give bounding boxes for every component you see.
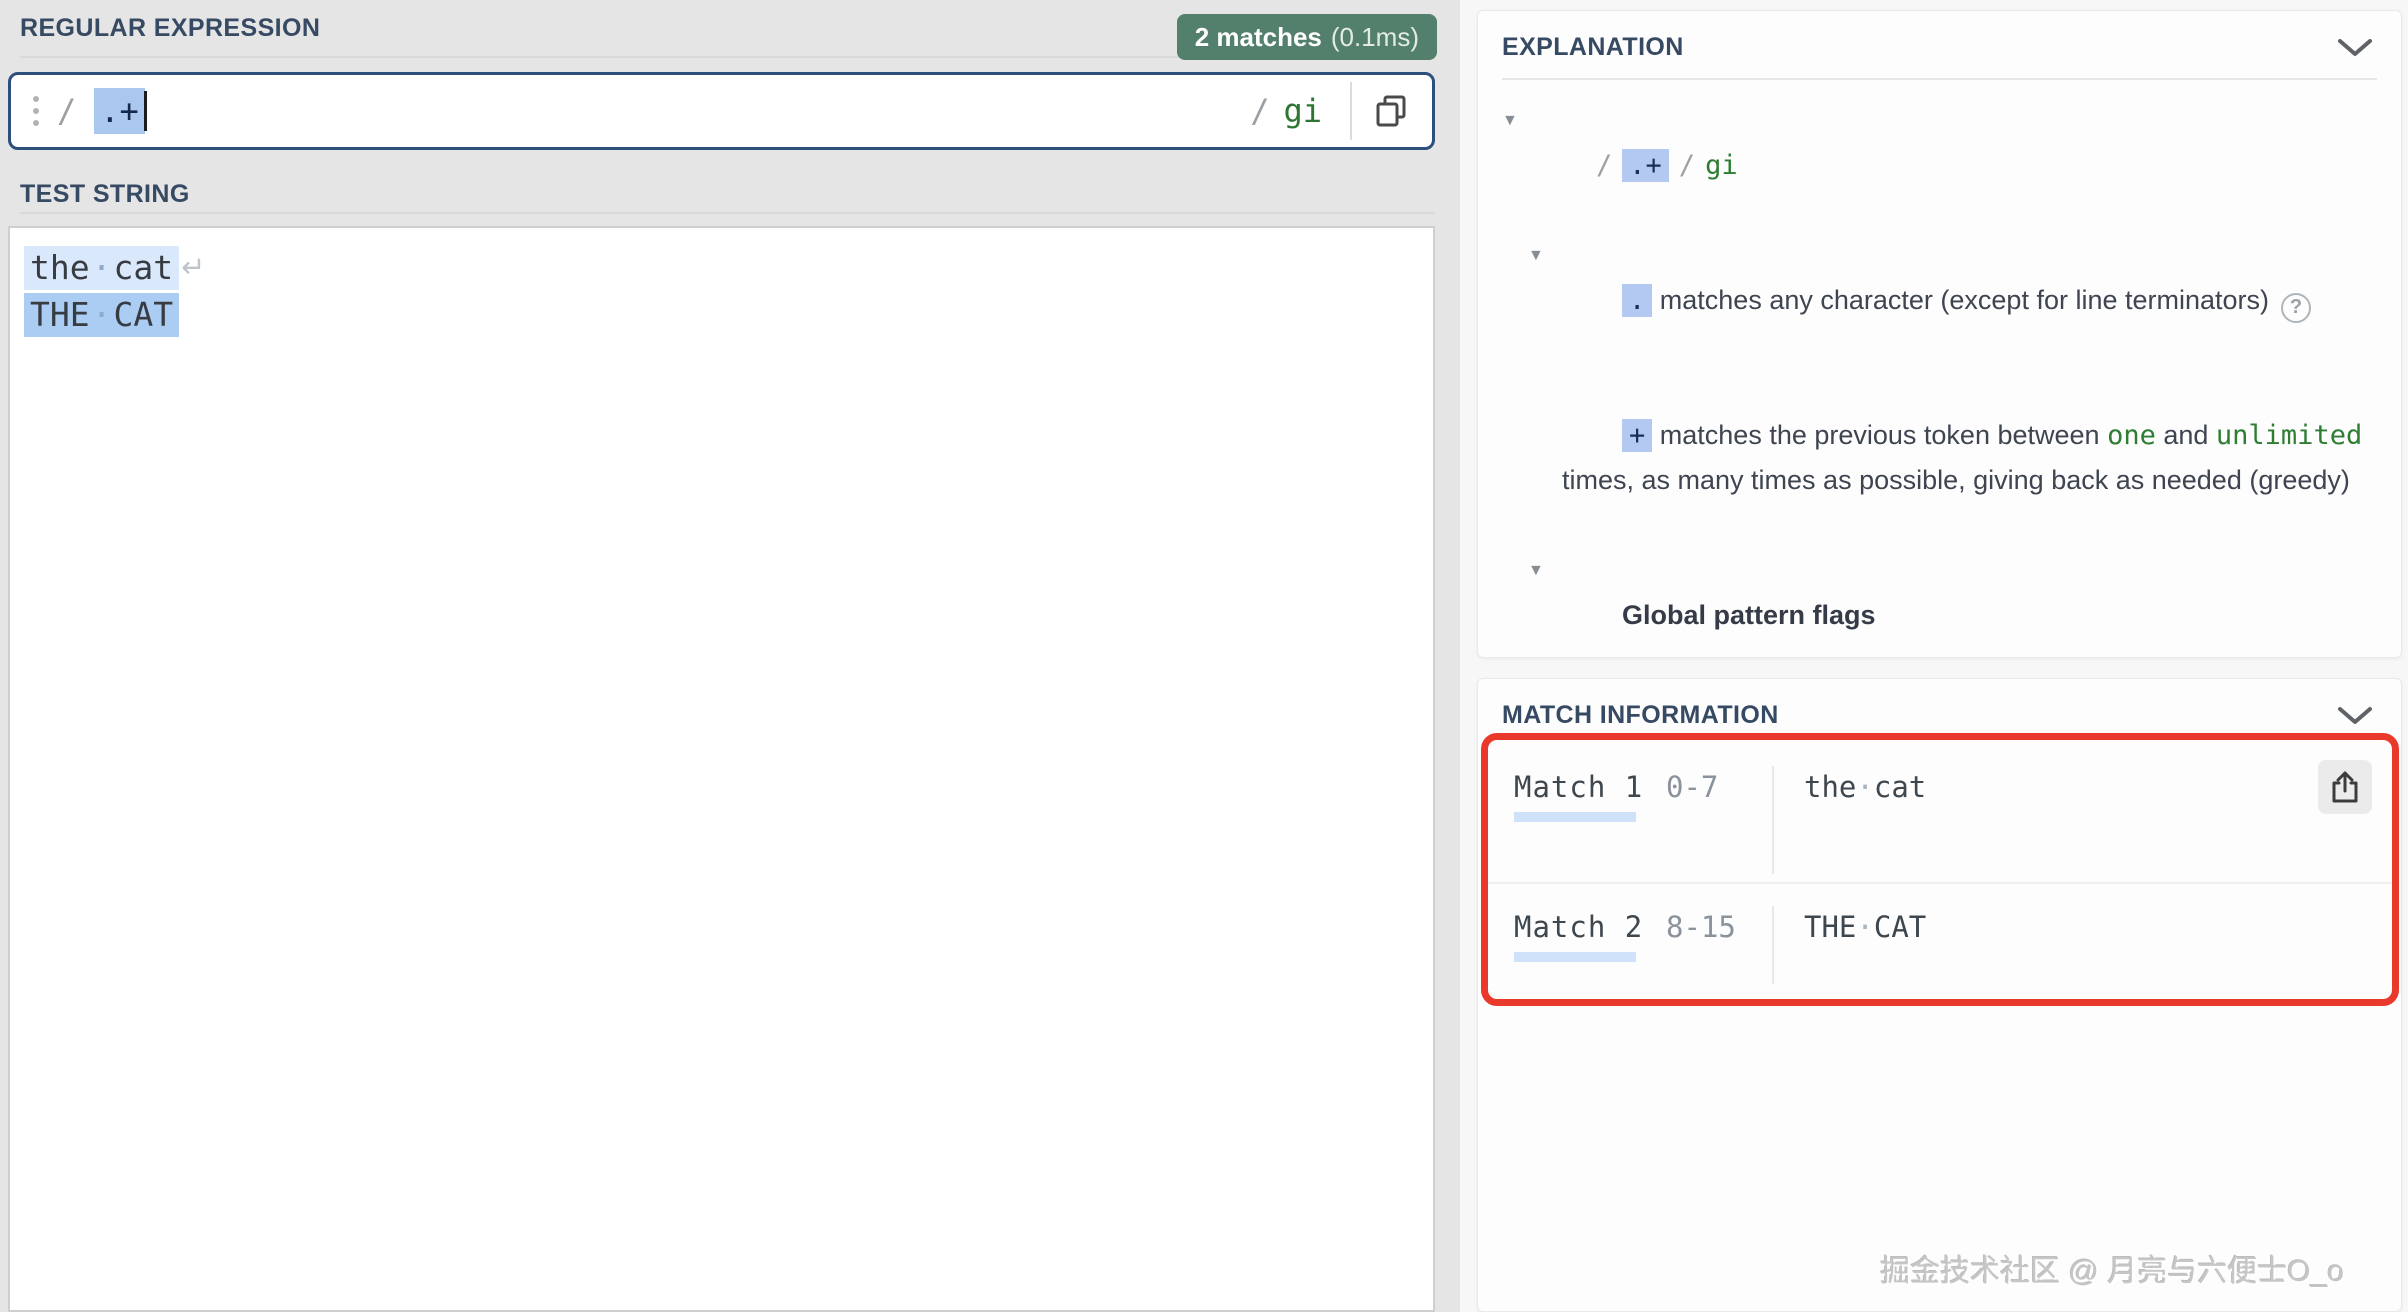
match-row-divider	[1772, 906, 1774, 984]
match-row-divider	[1772, 766, 1774, 874]
copy-button[interactable]	[1352, 75, 1432, 147]
match-color-bar	[1514, 812, 1636, 822]
pattern-open-delim: /	[1596, 150, 1612, 181]
flags-group-title: Global pattern flags	[1622, 600, 1876, 630]
plus-token: +	[1622, 419, 1652, 452]
explanation-collapse-button[interactable]	[2333, 34, 2377, 62]
chevron-down-icon	[2337, 38, 2373, 58]
match-information-card: MATCH INFORMATION Match 1	[1477, 678, 2402, 1312]
regex-input[interactable]: / .+ / gi	[8, 72, 1435, 150]
test-line-1: the·cat ↵	[24, 244, 1419, 291]
match-time-text: (0.1ms)	[1331, 22, 1419, 53]
dot-description: matches any character (except for line t…	[1652, 285, 2269, 315]
regular-expression-title: REGULAR EXPRESSION	[20, 14, 320, 43]
explanation-divider	[1502, 78, 2377, 80]
space-dot: ·	[1856, 770, 1873, 804]
match-count-badge: 2 matches (0.1ms)	[1177, 14, 1437, 60]
code-one: one	[2107, 420, 2156, 451]
match-word: cat	[1874, 770, 1926, 804]
regex-header-divider	[20, 56, 1210, 58]
copy-icon	[1373, 92, 1411, 130]
test-word: THE	[30, 291, 90, 338]
match-label: Match 2	[1514, 910, 1666, 944]
match-count-text: 2 matches	[1195, 22, 1322, 53]
match-highlight-2: THE·CAT	[24, 293, 179, 337]
regex-pattern-text[interactable]: .+	[94, 88, 145, 134]
test-word: the	[30, 244, 90, 291]
drag-handle-icon[interactable]	[33, 96, 39, 126]
match-highlight-1: the·cat	[24, 246, 179, 290]
match-row-1: Match 1 0-7 the·cat	[1488, 740, 2392, 882]
editor-panel: REGULAR EXPRESSION 2 matches (0.1ms) / .…	[0, 0, 1460, 1312]
match-value: the·cat	[1804, 770, 1926, 804]
space-dot: ·	[90, 244, 114, 291]
collapse-triangle-icon[interactable]: ▼	[1528, 548, 1544, 593]
space-dot: ·	[1856, 910, 1873, 944]
test-string-editor[interactable]: the·cat ↵ THE·CAT	[8, 226, 1435, 1312]
annotation-red-box: Match 1 0-7 the·cat Match 2 8-15 THE·CAT	[1481, 733, 2399, 1006]
watermark-text: 掘金技术社区 @ 月亮与六便士O_o	[1880, 1246, 2344, 1290]
help-icon[interactable]: ?	[2281, 293, 2311, 323]
match-word: THE	[1804, 910, 1856, 944]
match-value: THE·CAT	[1804, 910, 1926, 944]
export-icon	[2329, 770, 2361, 804]
explanation-title: EXPLANATION	[1502, 33, 1684, 62]
explanation-plus-row: + matches the previous token between one…	[1502, 368, 2377, 548]
test-word: CAT	[113, 291, 173, 338]
match-information-title: MATCH INFORMATION	[1502, 701, 1779, 730]
explanation-pattern-row: ▼ / .+ / gi	[1502, 98, 2377, 233]
match-range: 8-15	[1666, 910, 1762, 944]
collapse-triangle-icon[interactable]: ▼	[1502, 98, 1518, 143]
regex-flags[interactable]: gi	[1283, 92, 1322, 130]
plus-description-and: and	[2156, 420, 2216, 450]
test-line-2: THE·CAT	[24, 291, 1419, 338]
match-word: the	[1804, 770, 1856, 804]
newline-symbol: ↵	[181, 244, 205, 291]
match-word: CAT	[1874, 910, 1926, 944]
regex-close-delimiter: /	[1250, 92, 1269, 130]
match-color-bar	[1514, 952, 1636, 962]
test-string-title: TEST STRING	[20, 180, 190, 209]
regex-open-delimiter: /	[57, 92, 76, 130]
test-word: cat	[113, 244, 173, 291]
plus-description-before: matches the previous token between	[1652, 420, 2107, 450]
test-string-header-divider	[20, 212, 1435, 214]
match-row-2: Match 2 8-15 THE·CAT	[1488, 882, 2392, 992]
explanation-dot-row: ▼. matches any character (except for lin…	[1502, 233, 2377, 368]
collapse-triangle-icon[interactable]: ▼	[1528, 233, 1544, 278]
match-range: 0-7	[1666, 770, 1762, 804]
chevron-down-icon	[2337, 706, 2373, 726]
export-button[interactable]	[2318, 760, 2372, 814]
code-unlimited: unlimited	[2216, 420, 2362, 451]
results-panel: EXPLANATION ▼/.+/gi ▼. matches any chara…	[1460, 0, 2408, 1312]
space-dot: ·	[90, 291, 114, 338]
pattern-token: .+	[1622, 149, 1669, 182]
explanation-card: EXPLANATION ▼/.+/gi ▼. matches any chara…	[1477, 10, 2402, 658]
match-label: Match 1	[1514, 770, 1666, 804]
flags-group-title-row: ▼ Global pattern flags	[1502, 548, 2377, 683]
pattern-flags: gi	[1705, 150, 1738, 181]
dot-token: .	[1622, 284, 1652, 317]
match-info-collapse-button[interactable]	[2333, 702, 2377, 730]
pattern-close-delim: /	[1679, 150, 1695, 181]
